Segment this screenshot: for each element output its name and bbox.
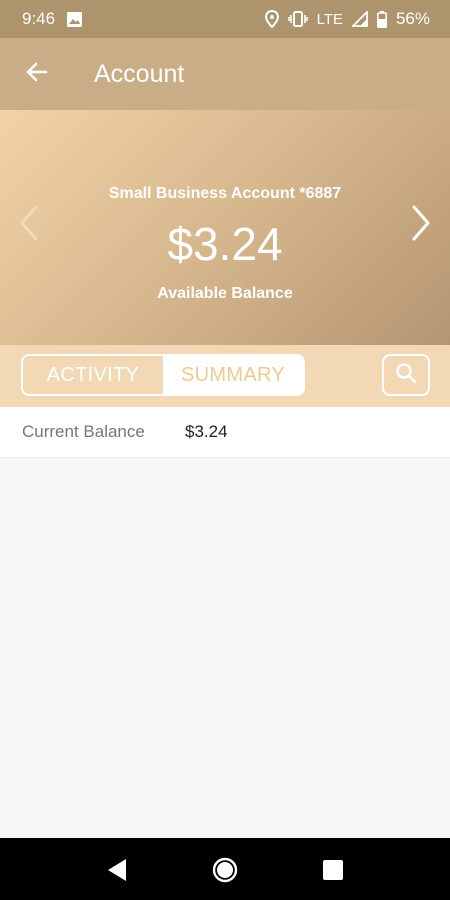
account-name: Small Business Account *6887 [108, 185, 342, 202]
battery-icon [376, 10, 387, 28]
page-title: Account [94, 59, 185, 88]
image-icon [67, 11, 83, 27]
home-circle-icon[interactable] [211, 856, 239, 884]
app-bar: Account [0, 38, 450, 110]
next-account-button[interactable] [406, 203, 434, 243]
tab-bar: ACTIVITY SUMMARY [0, 345, 450, 407]
arrow-back-icon [25, 60, 49, 89]
network-type: LTE [316, 10, 343, 28]
status-time: 9:46 [22, 9, 56, 28]
signal-icon [351, 11, 368, 27]
available-balance-label: Available Balance [157, 285, 293, 302]
back-button[interactable] [0, 38, 74, 110]
tab-activity[interactable]: ACTIVITY [23, 356, 163, 394]
segmented-control: ACTIVITY SUMMARY [21, 354, 305, 396]
status-bar: 9:46 LTE 56% [0, 0, 450, 38]
search-button[interactable] [382, 354, 430, 396]
chevron-right-icon [412, 205, 430, 241]
search-icon [395, 362, 417, 389]
location-icon [264, 10, 279, 28]
tab-summary[interactable]: SUMMARY [163, 356, 303, 394]
system-nav-bar [0, 838, 450, 900]
current-balance-value: $3.24 [185, 422, 228, 441]
back-triangle-icon[interactable] [104, 856, 132, 884]
current-balance-label: Current Balance [22, 422, 145, 441]
available-balance-amount: $3.24 [167, 218, 283, 270]
recents-square-icon[interactable] [319, 856, 347, 884]
summary-row: Current Balance $3.24 [0, 407, 450, 458]
account-hero: Small Business Account *6887 $3.24 Avail… [0, 110, 450, 345]
vibrate-icon [287, 11, 308, 27]
battery-percent: 56% [395, 9, 430, 28]
